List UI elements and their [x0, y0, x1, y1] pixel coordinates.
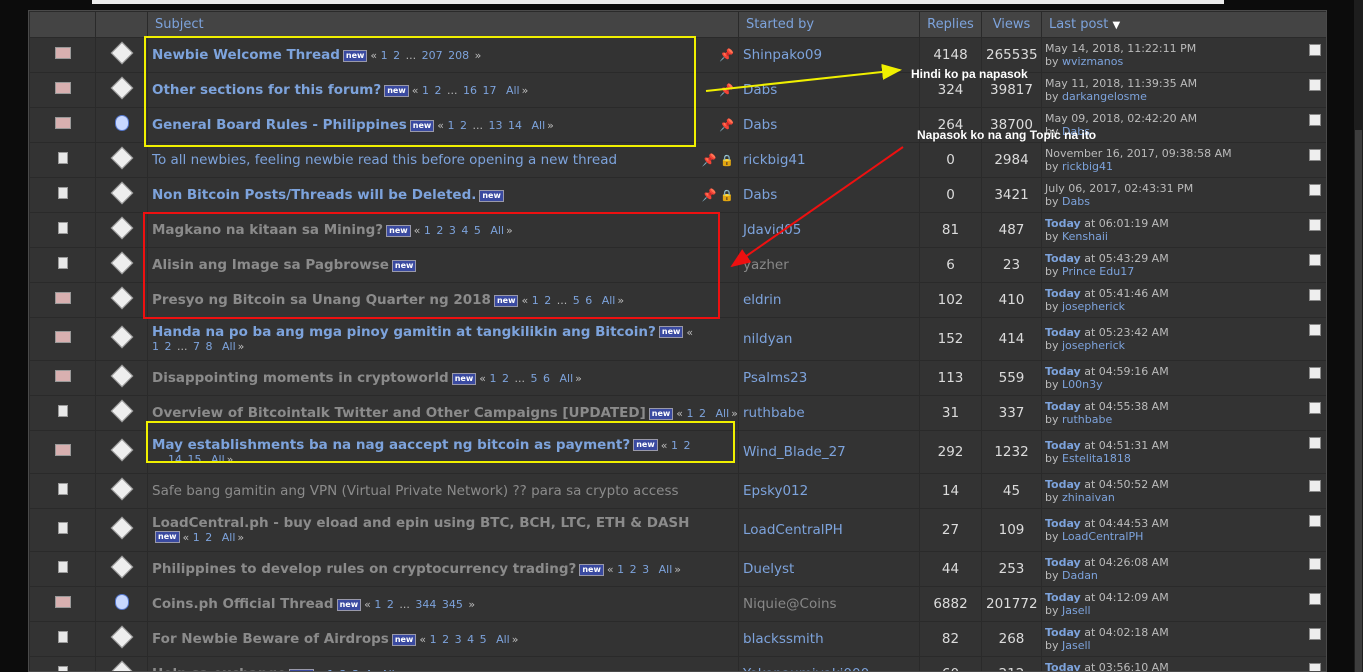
- annotation-arrow-yellow: [705, 63, 902, 92]
- annotation-arrow-red: [730, 146, 904, 268]
- annotation-arrows: [705, 63, 904, 268]
